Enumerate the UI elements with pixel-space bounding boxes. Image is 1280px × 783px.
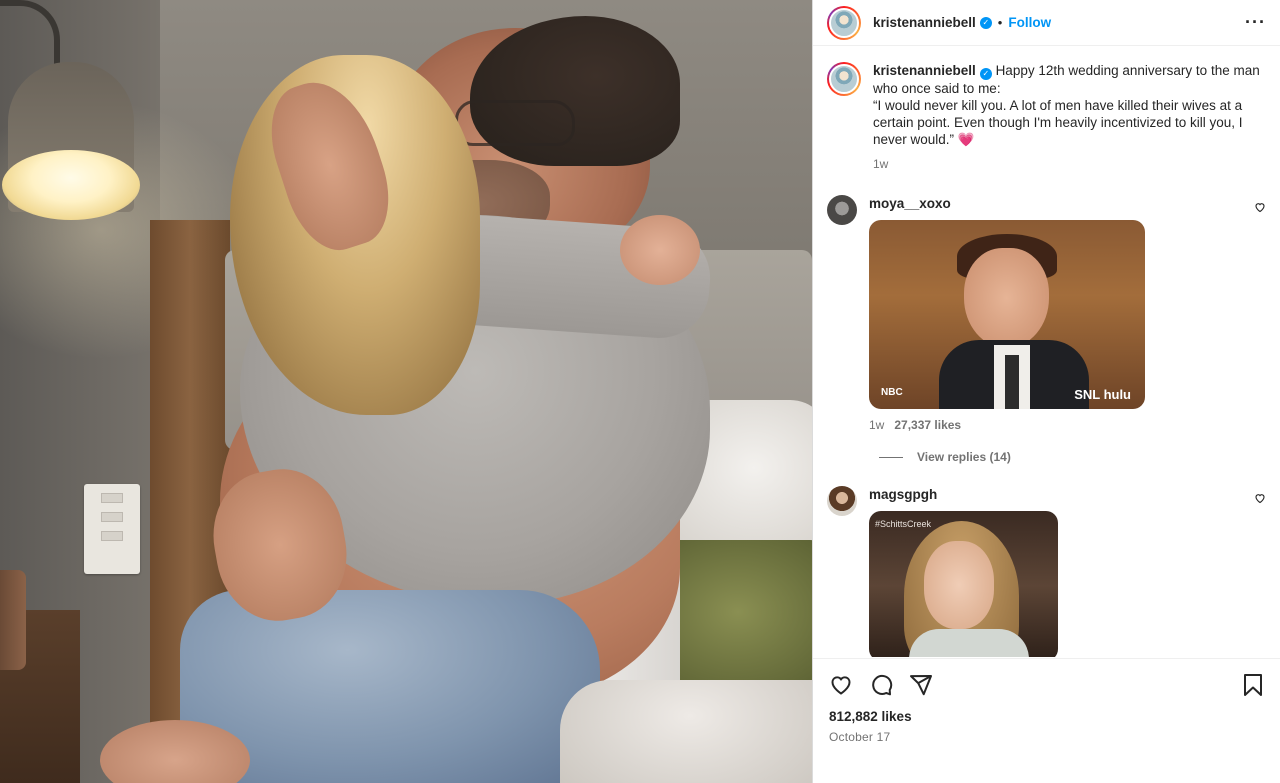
- post-date[interactable]: October 17: [829, 730, 1264, 744]
- verified-badge-icon: ✓: [979, 68, 992, 80]
- follow-button[interactable]: Follow: [1008, 15, 1051, 30]
- action-bar: [829, 673, 1264, 697]
- comments-scroll-area[interactable]: kristenanniebell ✓ Happy 12th wedding ann…: [813, 47, 1280, 657]
- photo-glasses: [455, 100, 575, 146]
- commenter-avatar[interactable]: [827, 195, 857, 225]
- photo-switchplate: [84, 484, 140, 574]
- comment-like-heart-icon[interactable]: [1254, 201, 1266, 218]
- more-horizontal-icon[interactable]: ···: [1245, 12, 1266, 33]
- share-icon[interactable]: [909, 673, 933, 697]
- view-replies-button[interactable]: View replies (14): [879, 450, 1280, 464]
- photo-lamp-bulb: [2, 150, 140, 220]
- post-likes[interactable]: 812,882 likes: [829, 709, 1264, 724]
- comment-likes[interactable]: 27,337 likes: [894, 418, 961, 432]
- comment-gif[interactable]: NBC SNL hulu: [869, 220, 1145, 409]
- post-footer: 812,882 likes October 17: [813, 658, 1280, 783]
- gif-logo-nbc: NBC: [881, 387, 903, 398]
- caption-time: 1w: [873, 157, 889, 171]
- comment-meta: 1w 27,337 likes: [869, 417, 1246, 434]
- caption-username[interactable]: kristenanniebell: [873, 63, 976, 78]
- caption-author-avatar[interactable]: [827, 62, 861, 96]
- comment-gif[interactable]: #SchittsCreek: [869, 511, 1058, 657]
- comment-item: moya__xoxo NBC SNL hulu 1w 27,337 likes: [813, 195, 1280, 434]
- comment-username[interactable]: magsgpgh: [869, 487, 937, 502]
- comment-item: magsgpgh #SchittsCreek: [813, 486, 1280, 657]
- comment-icon[interactable]: [869, 673, 893, 697]
- comment-time: 1w: [869, 418, 885, 432]
- caption: kristenanniebell ✓ Happy 12th wedding ann…: [813, 47, 1280, 173]
- verified-badge-icon: ✓: [979, 16, 992, 29]
- separator-dot: •: [997, 15, 1003, 30]
- photo-child-hand: [620, 215, 700, 285]
- post-header: kristenanniebell ✓ • Follow ···: [813, 0, 1280, 46]
- commenter-avatar[interactable]: [827, 486, 857, 516]
- photo-sheet: [560, 680, 812, 783]
- comment-like-heart-icon[interactable]: [1254, 492, 1266, 509]
- bookmark-icon[interactable]: [1242, 673, 1264, 700]
- post-side-panel: kristenanniebell ✓ • Follow ··· kristena…: [812, 0, 1280, 783]
- author-avatar[interactable]: [827, 5, 861, 40]
- gif-tag: #SchittsCreek: [875, 519, 932, 529]
- author-username[interactable]: kristenanniebell: [873, 15, 976, 30]
- gif-logo-snl-hulu: SNL hulu: [1074, 387, 1131, 402]
- post-photo[interactable]: [0, 0, 812, 783]
- view-replies-label: View replies (14): [917, 450, 1011, 464]
- replies-line: [879, 456, 903, 458]
- comment-username[interactable]: moya__xoxo: [869, 196, 951, 211]
- photo-mug: [0, 570, 26, 670]
- heart-icon[interactable]: [829, 673, 853, 697]
